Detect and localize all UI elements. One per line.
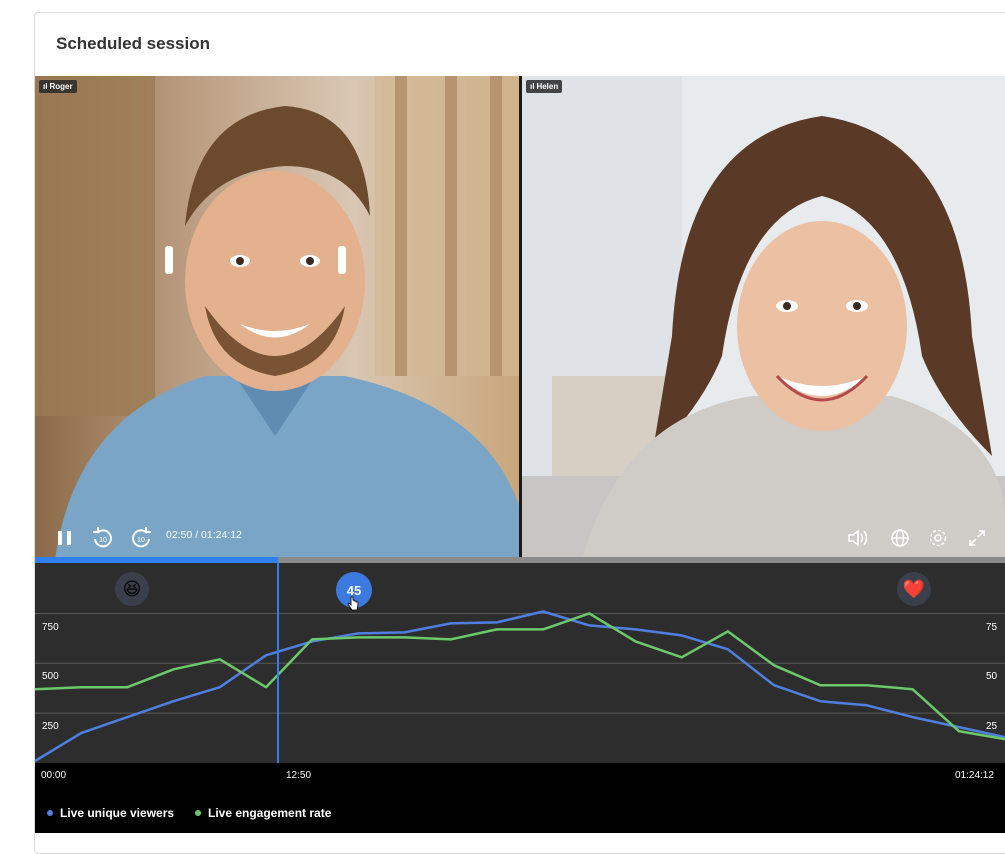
video-player[interactable]: ıl Roger ıl Helen 10 10 02:50 / 01:24:12 xyxy=(35,76,1005,560)
audio-icon: ıl xyxy=(43,82,48,91)
playhead-line[interactable] xyxy=(277,563,279,788)
pause-icon[interactable] xyxy=(55,528,75,546)
volume-icon[interactable] xyxy=(847,528,871,548)
time-axis-start: 00:00 xyxy=(41,770,67,781)
svg-text:10: 10 xyxy=(137,537,145,544)
left-axis-tick: 250 xyxy=(42,721,59,732)
left-axis-tick: 500 xyxy=(42,671,59,682)
engagement-chart xyxy=(34,563,1005,763)
right-axis-tick: 25 xyxy=(986,721,998,732)
participant-video-helen: ıl Helen xyxy=(522,76,1005,560)
svg-text:10: 10 xyxy=(99,537,107,544)
time-axis-end: 01:24:12 xyxy=(955,770,994,781)
gear-icon[interactable] xyxy=(928,528,948,548)
participant-image-roger xyxy=(35,76,519,560)
hand-cursor-icon xyxy=(347,596,359,611)
page-title: Scheduled session xyxy=(56,34,210,53)
legend-color-dot xyxy=(195,810,201,816)
audio-icon: ıl xyxy=(530,82,535,91)
participant-tag-helen: ıl Helen xyxy=(526,80,563,93)
participant-image-helen xyxy=(522,76,1005,560)
forward-10-button[interactable]: 10 xyxy=(129,526,153,555)
rewind-10-button[interactable]: 10 xyxy=(91,526,115,555)
fullscreen-icon[interactable] xyxy=(967,528,987,548)
reaction-marker[interactable]: 😆 xyxy=(115,572,149,606)
heart-hand-icon: ❤️ xyxy=(902,578,926,599)
chart-svg xyxy=(34,610,1005,763)
time-axis xyxy=(35,763,1005,793)
right-axis-tick: 50 xyxy=(986,671,998,682)
rewind-10-icon: 10 xyxy=(93,527,112,548)
time-axis-cursor: 12:50 xyxy=(286,770,312,781)
legend-item-engagement[interactable]: Live engagement rate xyxy=(195,806,331,820)
globe-icon[interactable] xyxy=(890,528,910,548)
participant-tag-roger: ıl Roger xyxy=(39,80,77,93)
legend-item-viewers[interactable]: Live unique viewers xyxy=(47,806,174,820)
series-line-engagement xyxy=(34,612,1005,741)
left-axis-tick: 750 xyxy=(42,622,59,633)
reaction-marker[interactable]: ❤️ xyxy=(897,572,931,606)
participant-video-roger: ıl Roger xyxy=(35,76,519,560)
legend-color-dot xyxy=(47,810,53,816)
heart-eyes-smile-icon: 😆 xyxy=(122,578,142,599)
right-axis-tick: 75 xyxy=(986,622,998,633)
playback-time: 02:50 / 01:24:12 xyxy=(166,529,242,541)
chart-legend xyxy=(35,793,1005,833)
forward-10-icon: 10 xyxy=(132,527,151,548)
